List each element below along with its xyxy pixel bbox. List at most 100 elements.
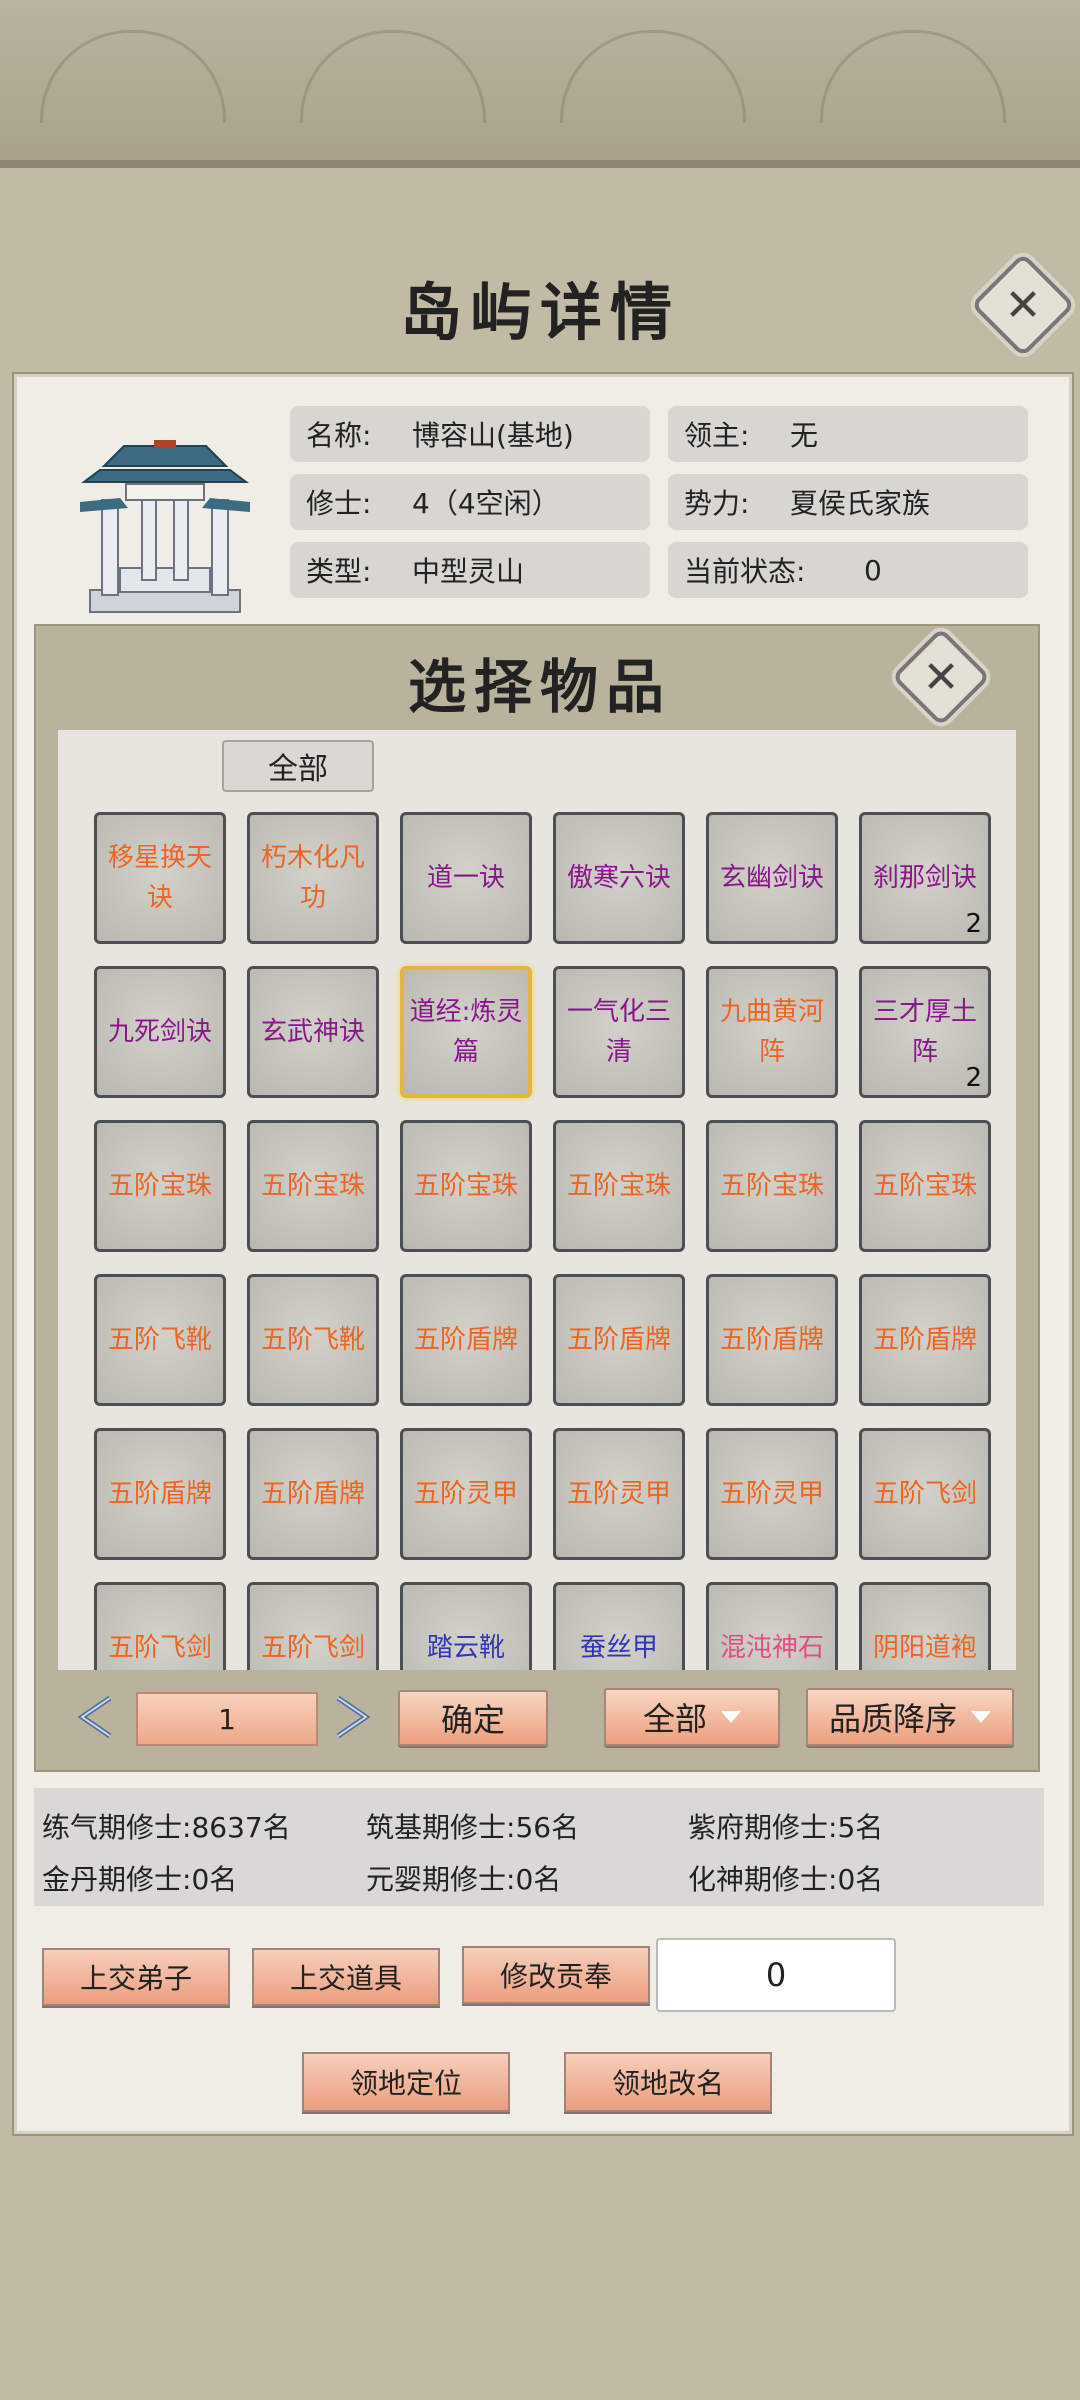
- item-slot[interactable]: 五阶灵甲: [400, 1428, 532, 1560]
- chevron-left-icon[interactable]: [76, 1694, 116, 1740]
- chevron-right-icon[interactable]: [332, 1694, 372, 1740]
- item-name: 移星换天诀: [107, 843, 212, 913]
- item-name: 五阶宝珠: [260, 1171, 365, 1201]
- item-slot[interactable]: 五阶盾牌: [400, 1274, 532, 1406]
- item-slot[interactable]: 五阶飞靴: [94, 1274, 226, 1406]
- wave-decor: [560, 30, 746, 123]
- stat-yuanying: 元婴期修士:0名: [366, 1858, 561, 1898]
- item-slot[interactable]: 五阶宝珠: [247, 1120, 379, 1252]
- item-name: 玄幽剑诀: [719, 863, 824, 893]
- item-name: 五阶盾牌: [719, 1325, 824, 1355]
- item-name: 五阶盾牌: [872, 1325, 977, 1355]
- wave-decor: [820, 30, 1006, 123]
- item-slot[interactable]: 混沌神石: [706, 1582, 838, 1670]
- item-name: 五阶宝珠: [107, 1171, 212, 1201]
- stat-value: 5名: [837, 1811, 884, 1844]
- item-name: 五阶飞靴: [107, 1325, 212, 1355]
- item-slot[interactable]: 五阶灵甲: [553, 1428, 685, 1560]
- item-slot[interactable]: 踏云靴: [400, 1582, 532, 1670]
- info-faction-row: 势力: 夏侯氏家族: [668, 474, 1028, 530]
- info-type-row: 类型: 中型灵山: [290, 542, 650, 598]
- stat-label: 金丹期修士:: [42, 1863, 192, 1896]
- item-slot[interactable]: 五阶灵甲: [706, 1428, 838, 1560]
- item-slot[interactable]: 五阶盾牌: [94, 1428, 226, 1560]
- item-slot[interactable]: 移星换天诀: [94, 812, 226, 944]
- page-number-input[interactable]: 1: [136, 1692, 318, 1746]
- info-lord-row: 领主: 无: [668, 406, 1028, 462]
- tribute-input[interactable]: 0: [656, 1938, 896, 2012]
- submit-disciple-button[interactable]: 上交弟子: [42, 1948, 230, 2006]
- stat-label: 元婴期修士:: [366, 1863, 516, 1896]
- item-slot[interactable]: 五阶盾牌: [706, 1274, 838, 1406]
- confirm-button[interactable]: 确定: [398, 1690, 548, 1746]
- item-slot[interactable]: 道经:炼灵篇: [400, 966, 532, 1098]
- item-slot[interactable]: 朽木化凡功: [247, 812, 379, 944]
- sort-dropdown[interactable]: 品质降序: [806, 1688, 1014, 1746]
- item-slot[interactable]: 五阶宝珠: [94, 1120, 226, 1252]
- item-slot[interactable]: 五阶盾牌: [553, 1274, 685, 1406]
- item-slot[interactable]: 三才厚土阵 2: [859, 966, 991, 1098]
- info-label: 领主:: [684, 419, 750, 452]
- close-icon: ✕: [922, 651, 960, 703]
- item-name: 刹那剑诀: [872, 863, 977, 893]
- item-slot[interactable]: 九曲黄河阵: [706, 966, 838, 1098]
- item-count-badge: 2: [965, 1063, 982, 1093]
- item-slot[interactable]: 五阶宝珠: [706, 1120, 838, 1252]
- item-slot[interactable]: 玄武神诀: [247, 966, 379, 1098]
- item-name: 五阶飞剑: [260, 1633, 365, 1663]
- item-slot[interactable]: 蚕丝甲: [553, 1582, 685, 1670]
- stat-value: 0名: [191, 1863, 238, 1896]
- item-name: 朽木化凡功: [260, 843, 365, 913]
- item-slot[interactable]: 五阶飞靴: [247, 1274, 379, 1406]
- item-slot[interactable]: 五阶飞剑: [859, 1428, 991, 1560]
- stat-value: 56名: [515, 1811, 580, 1844]
- stat-value: 0名: [515, 1863, 562, 1896]
- filter-tab-all[interactable]: 全部: [222, 740, 374, 792]
- page-title: 岛屿详情: [399, 276, 680, 349]
- item-slot[interactable]: 道一诀: [400, 812, 532, 944]
- item-count-badge: 2: [965, 909, 982, 939]
- stat-label: 化神期修士:: [688, 1863, 838, 1896]
- item-slot[interactable]: 五阶宝珠: [859, 1120, 991, 1252]
- item-slot[interactable]: 九死剑诀: [94, 966, 226, 1098]
- category-dropdown[interactable]: 全部: [604, 1688, 780, 1746]
- item-slot[interactable]: 五阶盾牌: [859, 1274, 991, 1406]
- info-label: 名称:: [306, 419, 372, 452]
- stat-value: 0名: [837, 1863, 884, 1896]
- stat-value: 8637名: [191, 1811, 291, 1844]
- item-slot[interactable]: 一气化三清: [553, 966, 685, 1098]
- item-name: 三才厚土阵: [872, 997, 977, 1067]
- item-name: 一气化三清: [566, 997, 671, 1067]
- rename-territory-button[interactable]: 领地改名: [564, 2052, 772, 2112]
- info-cultivator-row: 修士: 4（4空闲）: [290, 474, 650, 530]
- chevron-down-icon: [721, 1711, 741, 1723]
- item-name: 五阶盾牌: [566, 1325, 671, 1355]
- info-value: 无: [790, 419, 819, 452]
- category-dropdown-label: 全部: [642, 1700, 707, 1738]
- info-value: 0: [864, 553, 882, 587]
- item-slot[interactable]: 刹那剑诀 2: [859, 812, 991, 944]
- edit-tribute-button[interactable]: 修改贡奉: [462, 1946, 650, 2004]
- item-slot[interactable]: 五阶盾牌: [247, 1428, 379, 1560]
- submit-item-button[interactable]: 上交道具: [252, 1948, 440, 2006]
- pavilion-gate-icon: [80, 440, 250, 613]
- info-name-row: 名称: 博容山(基地): [290, 406, 650, 462]
- item-name: 傲寒六诀: [566, 863, 671, 893]
- info-label: 当前状态:: [684, 555, 806, 588]
- item-slot[interactable]: 玄幽剑诀: [706, 812, 838, 944]
- chevron-down-icon: [971, 1711, 991, 1723]
- item-grid[interactable]: 移星换天诀 朽木化凡功 道一诀 傲寒六诀 玄幽剑诀 刹那剑诀 2 九死剑诀 玄武神诀 道经:炼灵篇…: [58, 730, 1016, 1670]
- item-slot[interactable]: 傲寒六诀: [553, 812, 685, 944]
- item-slot[interactable]: 五阶飞剑: [247, 1582, 379, 1670]
- item-slot[interactable]: 五阶宝珠: [553, 1120, 685, 1252]
- stat-label: 紫府期修士:: [688, 1811, 838, 1844]
- stat-zhuji: 筑基期修士:56名: [366, 1806, 579, 1846]
- stat-jindan: 金丹期修士:0名: [42, 1858, 237, 1898]
- item-slot[interactable]: 五阶宝珠: [400, 1120, 532, 1252]
- locate-territory-button[interactable]: 领地定位: [302, 2052, 510, 2112]
- close-icon: ✕: [1004, 279, 1042, 331]
- item-slot[interactable]: 五阶飞剑: [94, 1582, 226, 1670]
- stat-label: 筑基期修士:: [366, 1811, 516, 1844]
- item-slot[interactable]: 阴阳道袍: [859, 1582, 991, 1670]
- item-name: 道经:炼灵篇: [409, 997, 523, 1067]
